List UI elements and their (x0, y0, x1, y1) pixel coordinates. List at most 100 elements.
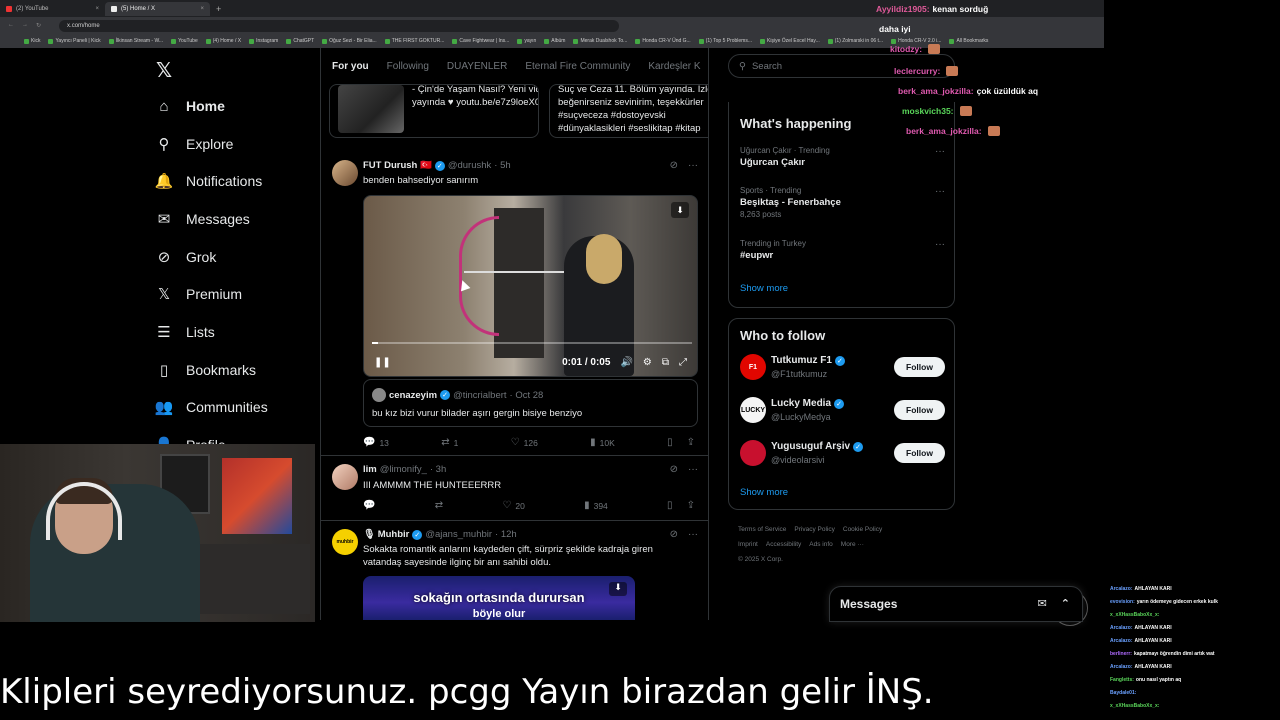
like-button[interactable]: ♡ 126 (511, 437, 538, 448)
account-handle[interactable]: @LuckyMedya (771, 412, 831, 422)
grok-icon[interactable]: ⊘ (670, 464, 678, 475)
volume-icon[interactable]: 🔊 (620, 357, 632, 368)
bookmark-item[interactable]: Yayıncı Paneli | Kick (48, 38, 101, 44)
avatar[interactable] (332, 464, 358, 490)
views-button[interactable]: ▮ 394 (584, 500, 608, 511)
like-button[interactable]: ♡ 20 (502, 500, 524, 511)
follow-button[interactable]: Follow (894, 443, 945, 463)
reload-icon[interactable]: ↻ (36, 22, 41, 29)
more-icon[interactable]: ··· (688, 529, 698, 540)
follow-button[interactable]: Follow (894, 357, 945, 377)
bookmark-icon[interactable]: ▯ (667, 500, 673, 511)
url-field[interactable]: x.com/home (59, 19, 620, 32)
account-name[interactable]: Tutkumuz F1 ✓ (771, 355, 845, 366)
bookmark-item[interactable]: Kick (24, 38, 40, 44)
browser-tab-x[interactable]: (5) Home / X × (105, 1, 210, 16)
footer-link[interactable]: More ··· (841, 541, 864, 548)
nav-item-messages[interactable]: ✉ Messages (156, 211, 250, 228)
footer-link[interactable]: Terms of Service (738, 526, 786, 533)
post-time[interactable]: · 5h (494, 160, 510, 171)
author-handle[interactable]: @durushk (448, 160, 491, 171)
bookmark-item[interactable]: Honda CR-V Ünd G... (635, 38, 691, 44)
forward-icon[interactable]: → (22, 22, 28, 29)
bookmark-item[interactable]: (1) Top 5 Problems... (698, 38, 752, 44)
post-time[interactable]: · 3h (430, 464, 446, 475)
more-icon[interactable]: ··· (688, 464, 698, 475)
avatar[interactable] (332, 160, 358, 186)
bookmark-item[interactable]: THE FIRST GOKTUR... (384, 38, 444, 44)
close-tab-icon[interactable]: × (95, 6, 99, 12)
avatar[interactable] (740, 440, 766, 466)
post[interactable]: lim @limonify_ · 3h ⊘ ··· III AMMMM THE H… (321, 456, 708, 521)
views-button[interactable]: ▮ 10K (590, 437, 615, 448)
author-handle[interactable]: @limonify_ (380, 464, 427, 475)
video-player[interactable]: ⬇ ❚❚ 0:01 / 0:05 🔊 ⚙ ⧉ ⤢ (363, 195, 698, 377)
follow-suggestion[interactable]: Yugusuguf Arşiv ✓ @videolarsivi Follow (740, 440, 945, 470)
post-time[interactable]: · 12h (495, 529, 517, 540)
bookmark-item[interactable]: Merak Dualshok To... (573, 38, 627, 44)
back-icon[interactable]: ← (8, 22, 14, 29)
nav-item-notifications[interactable]: 🔔 Notifications (155, 173, 263, 190)
reply-button[interactable]: 💬 13 (363, 437, 389, 448)
video-progress-bar[interactable] (372, 342, 692, 344)
follow-button[interactable]: Follow (894, 400, 945, 420)
reply-button[interactable]: 💬 (363, 500, 375, 511)
fullscreen-icon[interactable]: ⤢ (679, 357, 687, 368)
follow-suggestion[interactable]: F1 Tutkumuz F1 ✓ @F1tutkumuz Follow (740, 354, 945, 384)
follow-suggestion[interactable]: LUCKY Lucky Media ✓ @LuckyMedya Follow (740, 397, 945, 427)
share-icon[interactable]: ⇪ (687, 500, 695, 511)
quoted-post[interactable]: cenazeyim ✓ @tincrialbert · Oct 28 bu kı… (363, 379, 698, 427)
bookmark-item[interactable]: Oğuz Sezi - Bir Elia... (322, 38, 377, 44)
bookmark-item[interactable]: Instagram (249, 38, 278, 44)
avatar[interactable]: muhbir (332, 529, 358, 555)
download-icon[interactable]: ⬇ (609, 582, 627, 596)
bookmark-item[interactable]: İlkinsan Stream - W... (108, 38, 163, 44)
expand-icon[interactable]: ⌃ (1061, 597, 1070, 610)
share-icon[interactable]: ⇪ (687, 437, 695, 448)
compose-message-icon[interactable]: ✉ (1038, 597, 1047, 610)
avatar[interactable]: F1 (740, 354, 766, 380)
media-card[interactable]: - Çin'de Yaşam Nasıl? Yeni video yayında… (329, 84, 539, 138)
nav-item-bookmarks[interactable]: ▯ Bookmarks (156, 362, 256, 379)
footer-link[interactable]: Ads info (809, 541, 833, 548)
author-handle[interactable]: @ajans_muhbir (425, 529, 492, 540)
nav-item-grok[interactable]: ⊘ Grok (156, 249, 217, 266)
footer-link[interactable]: Cookie Policy (843, 526, 882, 533)
nav-item-home[interactable]: ⌂ Home (156, 98, 224, 115)
bookmark-item[interactable]: (4) Home / X (205, 38, 241, 44)
x-logo-icon[interactable]: 𝕏 (156, 58, 172, 83)
media-card[interactable]: Suç ve Ceza 11. Bölüm yayında. İzle beğe… (549, 84, 708, 138)
footer-link[interactable]: Imprint (738, 541, 758, 548)
pip-icon[interactable]: ⧉ (662, 357, 669, 368)
bookmark-item[interactable]: YouTube (171, 38, 198, 44)
trend-item[interactable]: Sports · Trending Beşiktaş - Fenerbahçe … (740, 186, 945, 219)
bookmark-item[interactable]: Kişiye Özel Excel Hay... (760, 38, 820, 44)
repost-button[interactable]: ⇄ 1 (441, 437, 458, 448)
trend-item[interactable]: Uğurcan Çakır · Trending Uğurcan Çakır ·… (740, 146, 945, 168)
avatar[interactable]: LUCKY (740, 397, 766, 423)
footer-link[interactable]: Privacy Policy (794, 526, 834, 533)
account-name[interactable]: Yugusuguf Arşiv ✓ (771, 441, 864, 452)
show-more-link[interactable]: Show more (740, 283, 788, 294)
bookmark-item[interactable]: ChatGPT (286, 38, 314, 44)
nav-item-communities[interactable]: 👥 Communities (155, 399, 268, 416)
more-icon[interactable]: ··· (688, 160, 698, 171)
pause-icon[interactable]: ❚❚ (374, 357, 391, 368)
tab-for-you[interactable]: For you (332, 61, 369, 72)
settings-icon[interactable]: ⚙ (643, 357, 652, 368)
more-icon[interactable]: ··· (935, 239, 945, 250)
account-handle[interactable]: @F1tutkumuz (771, 369, 827, 379)
author-name[interactable]: lim (363, 464, 377, 475)
trend-item[interactable]: Trending in Turkey #eupwr ··· (740, 239, 945, 261)
account-handle[interactable]: @videolarsivi (771, 455, 825, 465)
messages-drawer[interactable]: Messages ✉ ⌃ (829, 586, 1083, 622)
tab-duayenler[interactable]: DUAYENLER (447, 61, 507, 72)
download-icon[interactable]: ⬇ (671, 202, 689, 218)
bookmark-item[interactable]: Cave Fightwear | Ins... (452, 38, 509, 44)
close-tab-icon[interactable]: × (200, 6, 204, 12)
grok-icon[interactable]: ⊘ (670, 160, 678, 171)
more-icon[interactable]: ··· (935, 146, 945, 157)
tab-eternal-fire-community[interactable]: Eternal Fire Community (525, 61, 630, 72)
grok-icon[interactable]: ⊘ (670, 529, 678, 540)
browser-tab-youtube[interactable]: (2) YouTube × (0, 2, 105, 16)
